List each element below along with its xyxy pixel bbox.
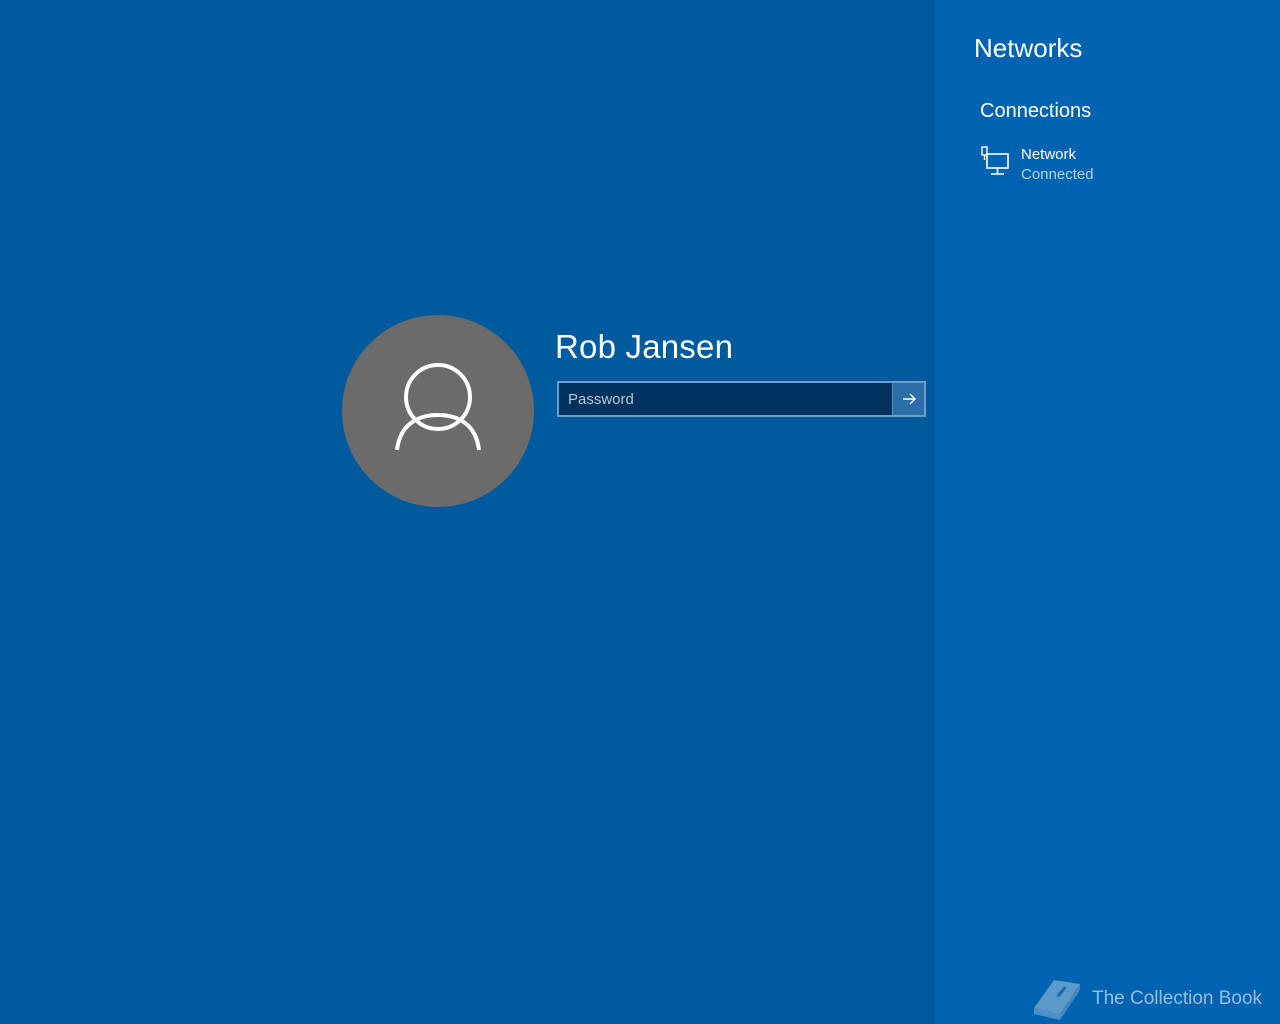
book-icon (1034, 980, 1080, 1020)
login-area: Rob Jansen (0, 0, 934, 1024)
password-input[interactable] (559, 383, 892, 415)
wired-network-icon (981, 146, 1009, 175)
network-status: Connected (1021, 166, 1094, 183)
watermark-text: The Collection Book (1092, 988, 1263, 1009)
networks-panel: Networks Connections Network Connected (934, 0, 1280, 1024)
network-item[interactable]: Network Connected (979, 144, 1199, 188)
user-avatar (342, 315, 534, 507)
submit-button[interactable] (892, 383, 924, 415)
panel-title: Networks (974, 33, 1083, 63)
network-name: Network (1021, 146, 1077, 163)
user-name: Rob Jansen (555, 328, 734, 365)
arrow-right-icon (902, 393, 916, 405)
watermark: The Collection Book (1028, 974, 1268, 1024)
user-icon (395, 363, 481, 451)
connections-heading: Connections (980, 100, 1092, 122)
password-box (557, 381, 926, 417)
